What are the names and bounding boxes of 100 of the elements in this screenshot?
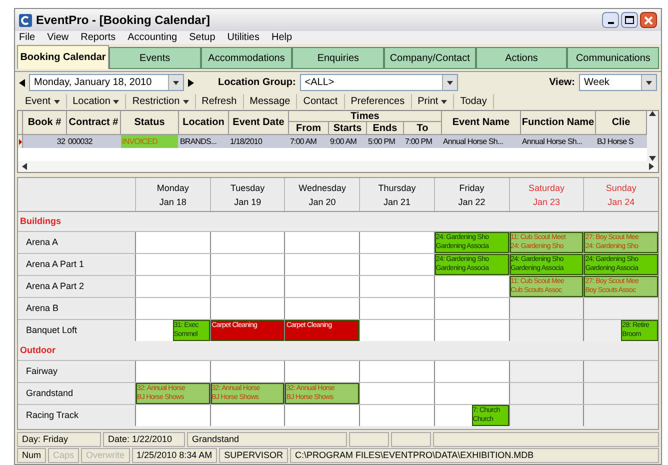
window-title: EventPro - [Booking Calendar] [36,12,210,29]
location-label: Arena A [25,236,60,249]
calendar-cell[interactable] [434,298,509,319]
location-label: Arena A Part 1 [25,258,86,271]
tab[interactable]: Booking Calendar [17,45,109,69]
toolbar-button[interactable]: Preferences [344,94,412,109]
calendar-cell[interactable] [284,276,360,297]
calendar-cell[interactable] [508,383,584,404]
view-label: View: [549,76,575,90]
calendar-cell[interactable] [210,254,284,275]
menu-item[interactable]: Help [272,30,292,45]
tab[interactable]: Communications [567,47,660,69]
date-dropdown[interactable]: Monday, January 18, 2010 [29,74,184,91]
toolbar-button[interactable]: Location [66,94,126,109]
calendar-cell[interactable] [508,298,584,319]
table-cell: BRANDS... [179,135,229,148]
menu-item[interactable]: Setup [189,30,216,45]
calendar-cell[interactable] [135,361,210,382]
menu-item[interactable]: Reports [80,30,116,45]
toolbar-button[interactable]: Contact [297,94,345,109]
dropdown-arrow-icon [54,100,60,104]
section-heading: Outdoor [20,344,56,357]
calendar-cell[interactable] [359,254,434,275]
menu-item[interactable]: View [47,30,69,45]
calendar-cell[interactable] [434,361,509,382]
dropdown-arrow-icon [646,80,652,84]
dropdown-arrow-icon [173,80,179,84]
calendar-cell[interactable] [284,361,360,382]
previous-arrow-icon[interactable] [19,78,25,86]
next-arrow-icon[interactable] [188,78,194,86]
calendar-cell[interactable] [210,298,284,319]
menu-item[interactable]: Accounting [128,30,178,45]
scroll-left-icon[interactable] [22,163,27,170]
horizontal-scrollbar[interactable] [18,161,658,172]
status-date: Date: 1/22/2010 [103,432,185,447]
scroll-right-icon[interactable] [649,163,654,170]
view-dropdown[interactable]: Week [579,74,657,91]
calendar-cell[interactable] [284,232,360,253]
calendar-cell[interactable] [135,254,210,275]
calendar-cell[interactable] [210,405,284,426]
close-button[interactable] [640,12,657,28]
day-header: Saturday Jan 23 [508,178,584,211]
menu-item[interactable]: File [19,30,36,45]
calendar-cell[interactable] [135,232,210,253]
day-header: Sunday Jan 24 [583,178,658,211]
toolbar-button[interactable]: Print [412,94,454,109]
calendar-cell[interactable] [284,254,360,275]
calendar-cell[interactable] [434,383,509,404]
calendar-cell[interactable] [210,361,284,382]
day-header: Thursday Jan 21 [359,178,434,211]
location-label: Fairway [25,364,59,378]
table-cell: 7:00 PM [404,135,442,148]
tab[interactable]: Events [109,47,201,69]
calendar-cell[interactable] [210,276,284,297]
calendar-cell[interactable] [359,361,434,382]
calendar-cell[interactable] [284,405,360,426]
toolbar-button[interactable]: Event [19,94,67,109]
table-cell: Annual Horse Sh... [442,135,521,148]
calendar-cell[interactable] [508,361,584,382]
table-cell: Annual Horse Sh... [521,135,596,148]
status-panel: Num [17,448,46,463]
vertical-scrollbar[interactable] [647,111,658,161]
location-group-dropdown[interactable]: <ALL> [300,74,458,91]
day-header: Monday Jan 18 [135,178,210,211]
calendar-cell[interactable] [359,405,434,426]
minimize-button[interactable] [602,12,619,28]
calendar-cell[interactable] [359,320,434,341]
calendar-cell[interactable] [135,298,210,319]
day-header: Friday Jan 22 [434,178,509,211]
toolbar-button[interactable]: Today [454,94,494,109]
toolbar-button[interactable]: Message [244,94,298,109]
calendar-cell[interactable] [135,405,210,426]
tab[interactable]: Accommodations [200,47,292,69]
calendar-cell[interactable] [210,232,284,253]
location-label: Arena A Part 2 [25,280,86,293]
day-header: Wednesday Jan 20 [284,178,360,211]
dropdown-arrow-icon [182,100,189,104]
table-cell: 9:00 AM [329,135,367,148]
dropdown-arrow-icon [113,100,120,104]
tab[interactable]: Actions [476,47,568,69]
calendar-cell[interactable] [359,298,434,319]
calendar-cell[interactable] [284,298,360,319]
calendar-cell[interactable] [135,276,210,297]
calendar-cell[interactable] [508,405,584,426]
status-panel: C:\PROGRAM FILES\EVENTPRO\DATA\EXHIBITION.MDB [290,448,659,463]
tab[interactable]: Enquiries [292,47,384,69]
location-label: Banquet Loft [25,324,78,337]
calendar-cell[interactable] [508,320,584,341]
calendar-cell[interactable] [434,320,509,341]
tab[interactable]: Company/Contact [384,47,476,69]
calendar-cell[interactable] [434,276,509,297]
menu-item[interactable]: Utilities [227,30,260,45]
calendar-cell[interactable] [359,276,434,297]
maximize-button[interactable] [621,12,638,28]
table-cell: 1/18/2010 [229,135,289,148]
calendar-cell[interactable] [359,383,434,404]
calendar-cell[interactable] [359,232,434,253]
toolbar-button[interactable]: Restriction [126,94,196,109]
scroll-up-icon[interactable] [649,111,656,116]
toolbar-button[interactable]: Refresh [196,94,244,109]
